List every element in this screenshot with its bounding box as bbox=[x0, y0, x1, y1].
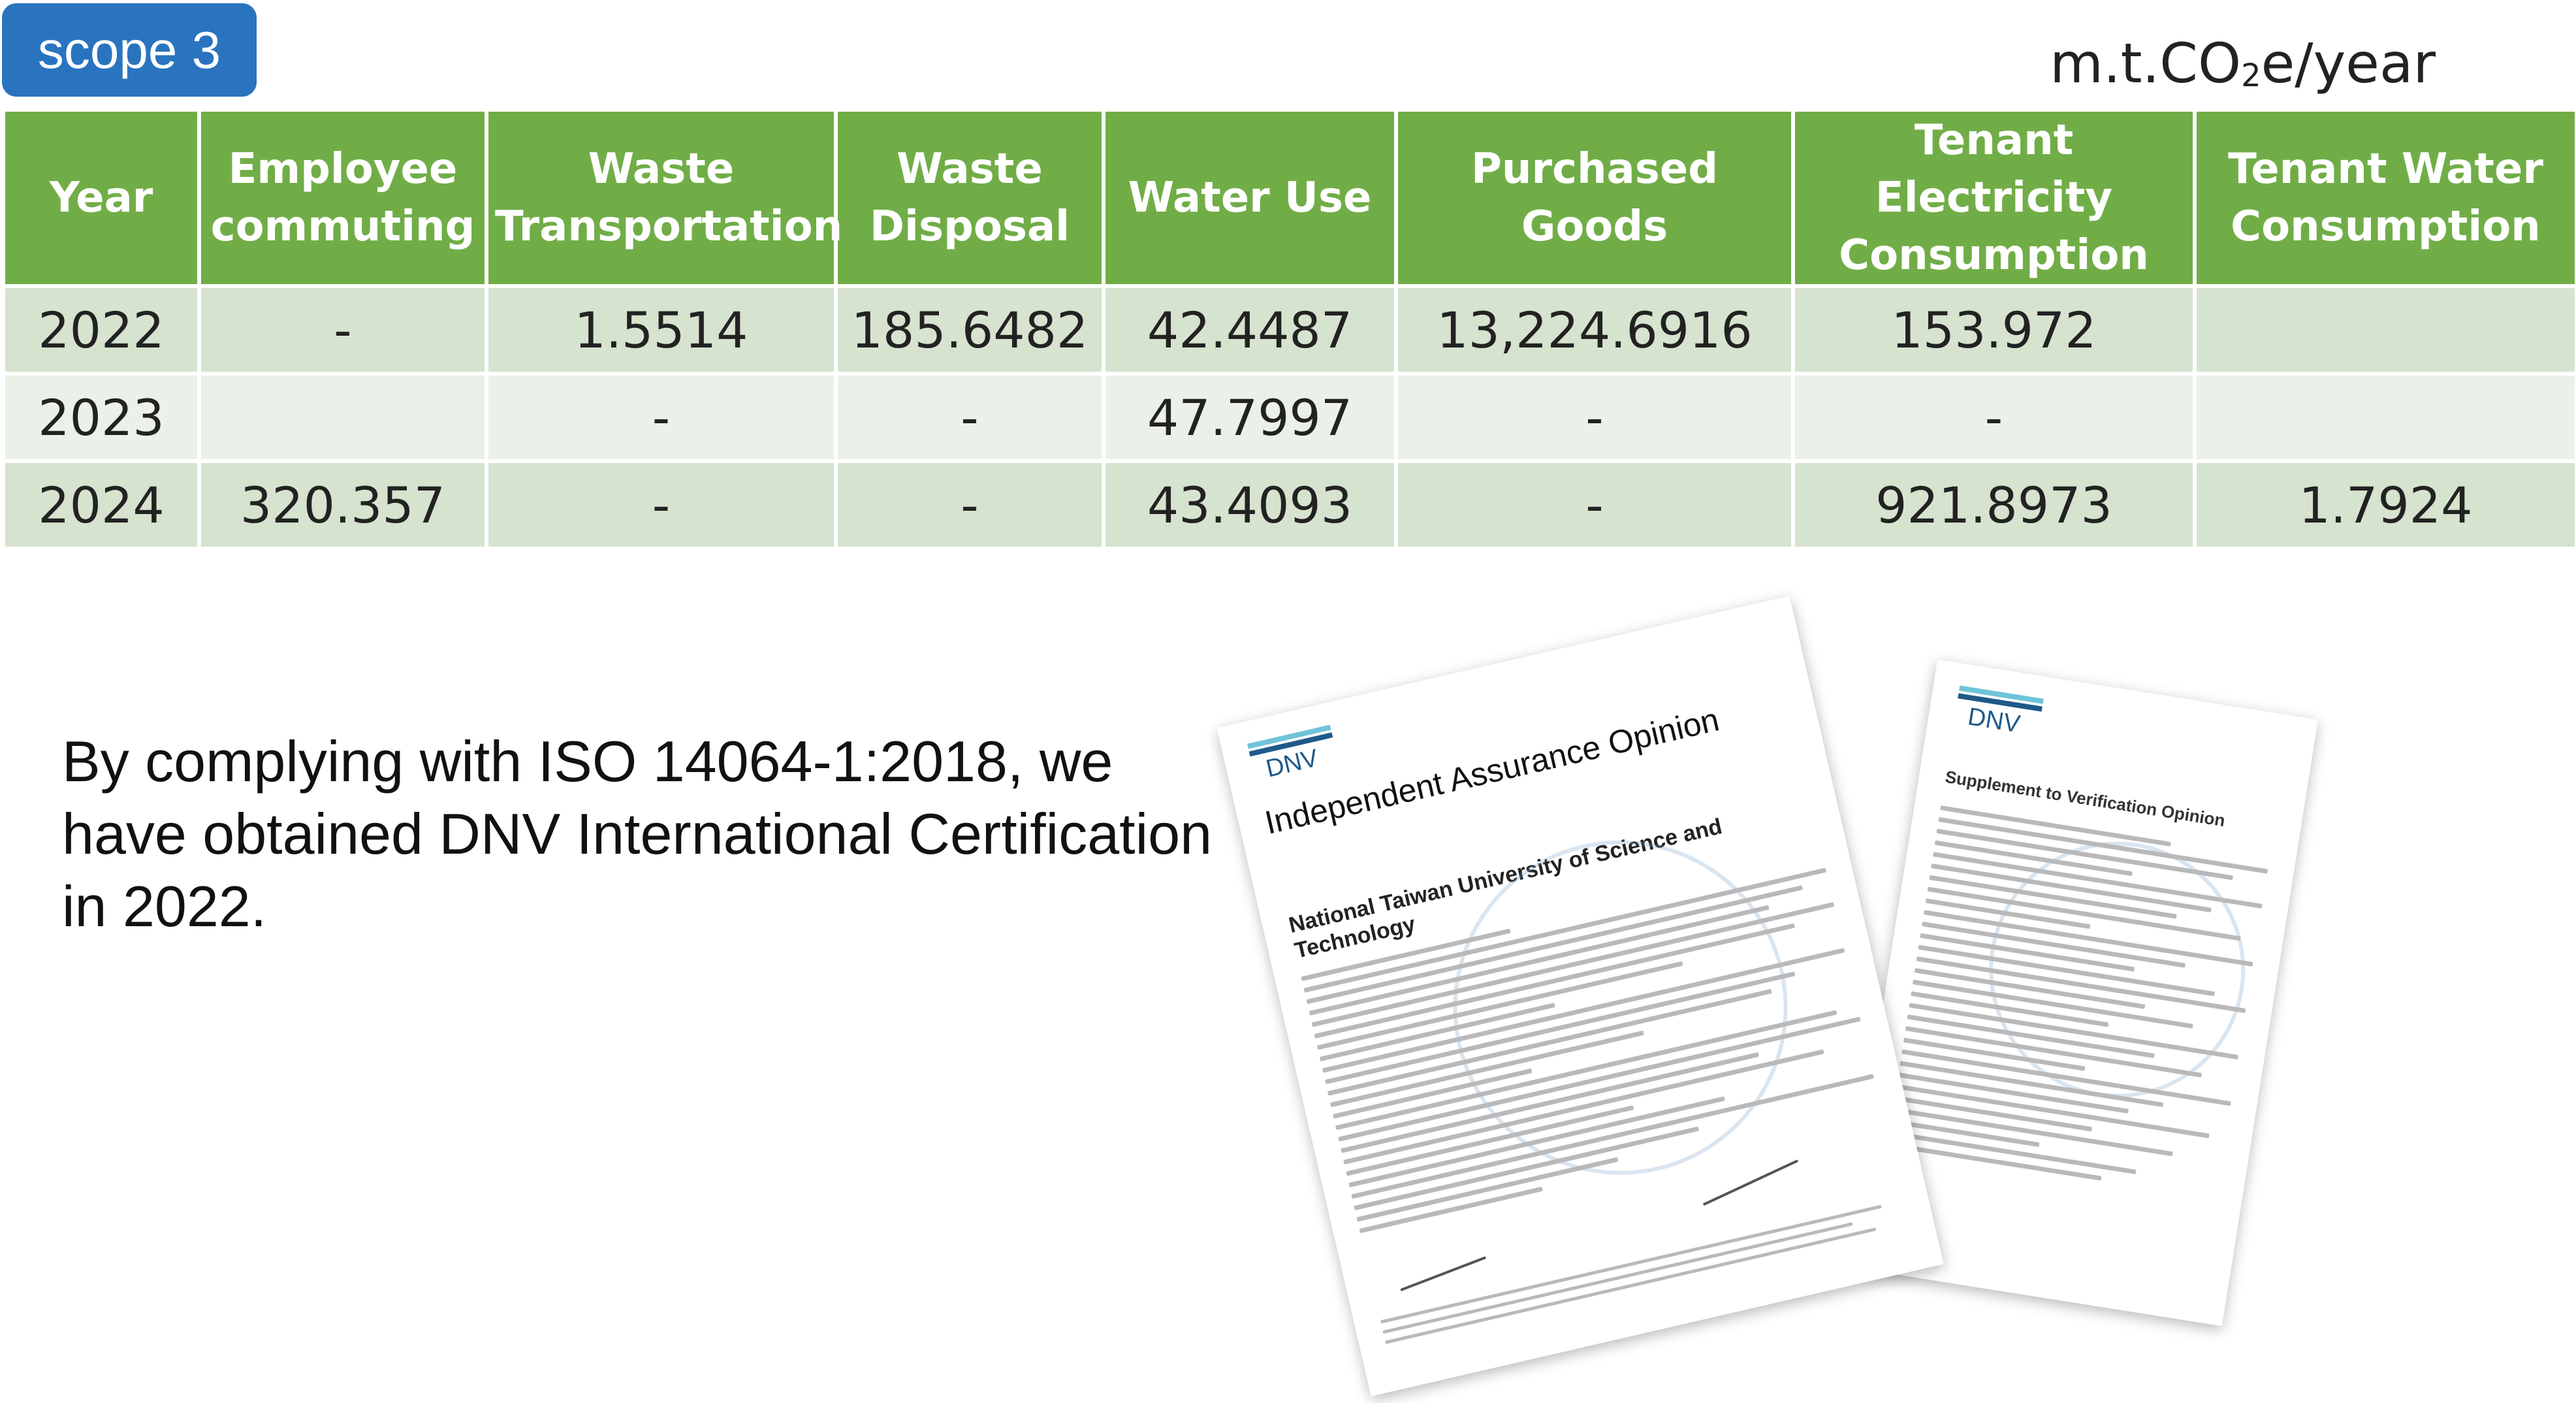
table-cell: - bbox=[1394, 459, 1795, 551]
table-cell: - bbox=[834, 459, 1105, 551]
table-cell: 2024 bbox=[1, 459, 201, 551]
assurance-certificate: DNV Independent Assurance Opinion Nation… bbox=[1216, 596, 1944, 1396]
table-cell: 2023 bbox=[1, 372, 201, 463]
table-row: 2024 320.357 - - 43.4093 - 921.8973 1.79… bbox=[1, 459, 2576, 551]
table-cell: 43.4093 bbox=[1102, 459, 1398, 551]
table-cell: - bbox=[1394, 372, 1795, 463]
footer-lines bbox=[1380, 1200, 1909, 1351]
header-tenant-water: Tenant Water Consumption bbox=[2193, 108, 2576, 288]
header-water-use: Water Use bbox=[1102, 108, 1398, 288]
header-year: Year bbox=[1, 108, 201, 288]
table-cell bbox=[197, 372, 488, 463]
header-waste-disposal: Waste Disposal bbox=[834, 108, 1105, 288]
table-cell: - bbox=[1791, 372, 2197, 463]
unit-subscript: 2 bbox=[2241, 57, 2261, 94]
certification-statement: By complying with ISO 14064-1:2018, we h… bbox=[62, 729, 1213, 939]
unit-prefix: m.t.CO bbox=[2050, 31, 2242, 95]
table-cell: 153.972 bbox=[1791, 284, 2197, 376]
table-cell bbox=[2193, 284, 2576, 376]
dnv-logo: DNV bbox=[1965, 703, 2022, 739]
header-purchased-goods: Purchased Goods bbox=[1394, 108, 1795, 288]
scope-badge-label: scope 3 bbox=[37, 20, 221, 79]
table-cell bbox=[2193, 372, 2576, 463]
header-employee-commuting: Employee commuting bbox=[197, 108, 488, 288]
table-row: 2023 - - 47.7997 - - bbox=[1, 372, 2576, 463]
table-cell: 1.7924 bbox=[2193, 459, 2576, 551]
table-cell: 185.6482 bbox=[834, 284, 1105, 376]
table-header-row: Year Employee commuting Waste Transporta… bbox=[1, 108, 2576, 288]
table-cell: 320.357 bbox=[197, 459, 488, 551]
assurance-title: Independent Assurance Opinion bbox=[1261, 701, 1723, 841]
emissions-table: Year Employee commuting Waste Transporta… bbox=[1, 108, 2576, 551]
signature-icon bbox=[1702, 1159, 1799, 1206]
table-cell: 2022 bbox=[1, 284, 201, 376]
table-cell: - bbox=[197, 284, 488, 376]
table-cell: 921.8973 bbox=[1791, 459, 2197, 551]
scope-badge: scope 3 bbox=[2, 3, 257, 97]
certificate-images: DNV Supplement to Verification Opinion D… bbox=[1216, 596, 2318, 1396]
header-waste-transportation: Waste Transportation bbox=[485, 108, 842, 288]
table-cell: 47.7997 bbox=[1102, 372, 1398, 463]
table-cell: - bbox=[485, 372, 838, 463]
table-cell: 13,224.6916 bbox=[1394, 284, 1795, 376]
table-cell: 42.4487 bbox=[1102, 284, 1398, 376]
text-lines bbox=[1886, 805, 2270, 1206]
table-row: 2022 - 1.5514 185.6482 42.4487 13,224.69… bbox=[1, 284, 2576, 376]
table-cell: - bbox=[834, 372, 1105, 463]
table-cell: - bbox=[485, 459, 838, 551]
unit-label: m.t.CO2e/year bbox=[2050, 31, 2436, 95]
table-cell: 1.5514 bbox=[485, 284, 838, 376]
header-tenant-electricity: Tenant Electricity Consumption bbox=[1791, 108, 2197, 288]
signature-icon bbox=[1400, 1256, 1487, 1292]
unit-suffix: e/year bbox=[2261, 31, 2436, 95]
